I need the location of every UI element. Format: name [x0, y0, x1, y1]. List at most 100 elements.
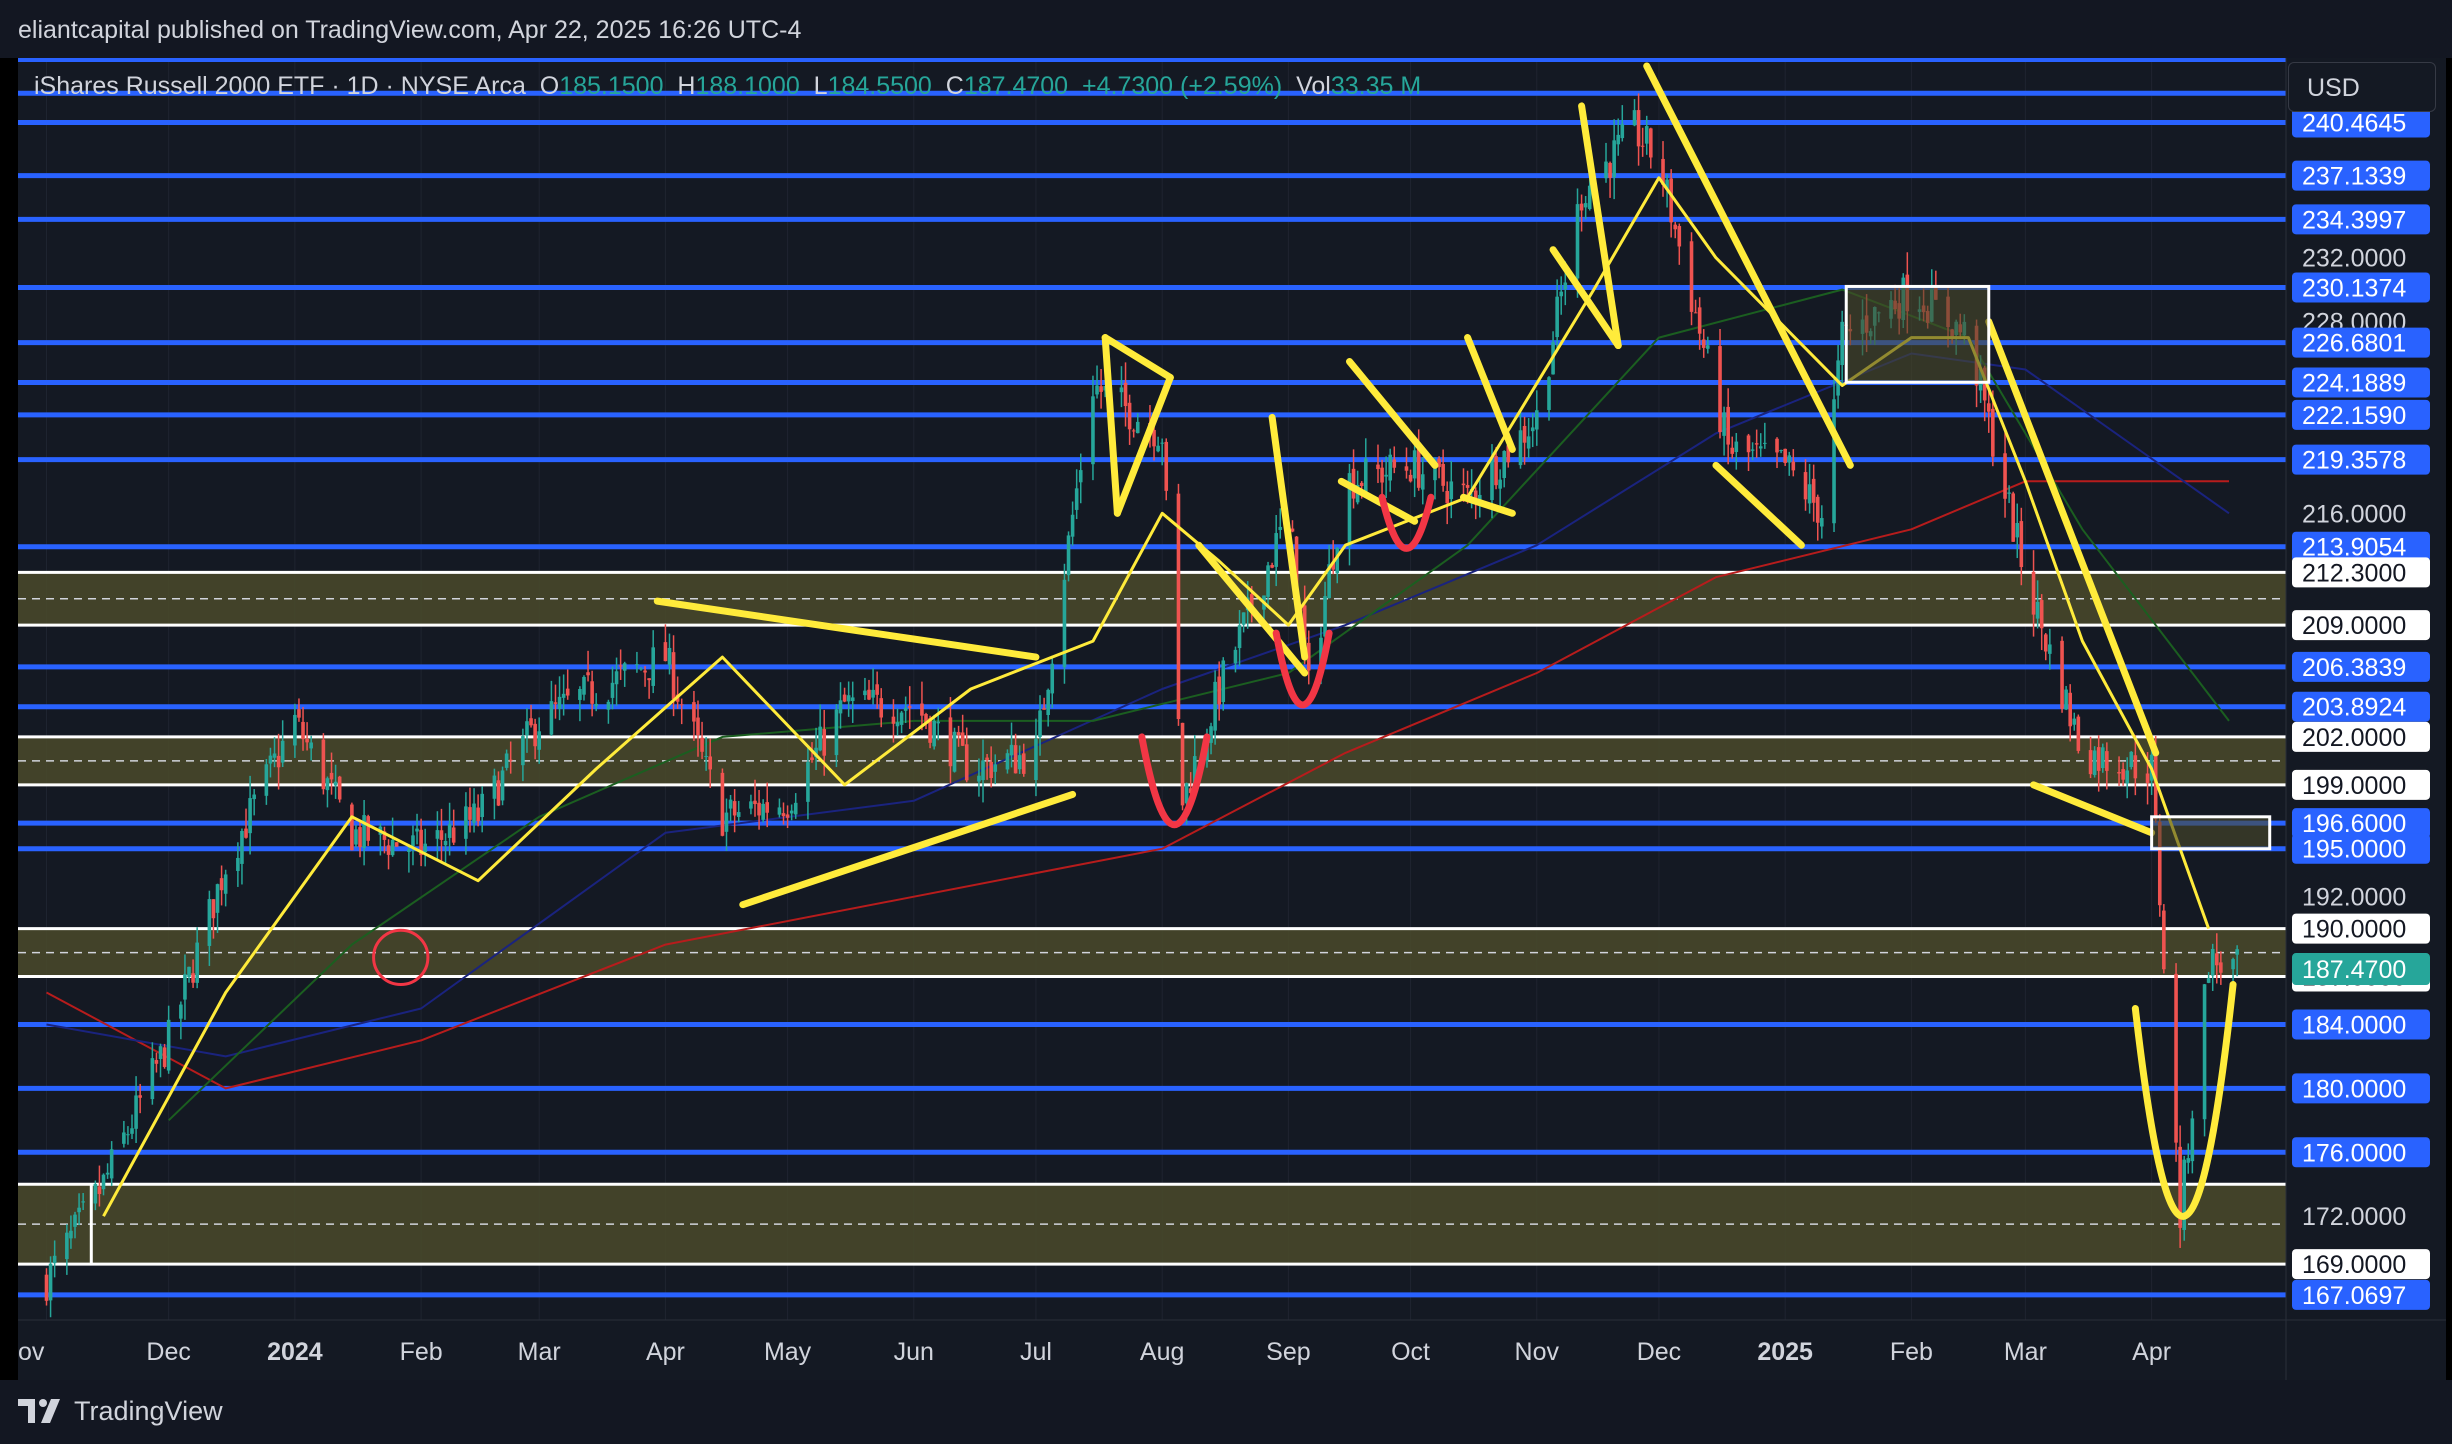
candle-body [2060, 640, 2064, 709]
candle-body [565, 688, 570, 696]
candle-body [838, 700, 843, 714]
candle-body [492, 775, 497, 799]
candle-body [268, 755, 273, 764]
candle-body [2048, 644, 2052, 654]
time-axis-label: Feb [1890, 1338, 1933, 1366]
price-scale-label: 240.4645 [2302, 109, 2406, 137]
candle-body [875, 684, 879, 695]
candle-body [1779, 450, 1783, 452]
candle-body [183, 974, 187, 1000]
time-axis-label: Oct [1391, 1338, 1430, 1366]
candle-body [407, 849, 411, 852]
price-scale-label: 226.6801 [2302, 330, 2406, 358]
candle-body [191, 973, 195, 983]
high-value: 188.1000 [695, 72, 800, 100]
time-axis-label: Jul [1020, 1338, 1052, 1366]
open-label: O [539, 72, 560, 100]
volume-value: 33.35 M [1330, 72, 1422, 100]
candle-body [496, 780, 501, 806]
tradingview-logo[interactable]: TradingView [18, 1396, 223, 1427]
price-scale-label: 172.0000 [2302, 1203, 2406, 1231]
candle-body [1038, 710, 1042, 737]
candle-body [162, 1047, 167, 1067]
candle-body [1730, 447, 1735, 454]
candle-body [411, 835, 415, 847]
candle-body [1783, 448, 1787, 463]
candle-body [1270, 564, 1274, 568]
candle-body [1718, 346, 1722, 433]
candle-body [329, 772, 334, 780]
candle-body [1449, 481, 1454, 500]
candle-body [1775, 438, 1779, 453]
candle-body [358, 827, 362, 848]
candle-body [1046, 689, 1050, 715]
high-label: H [677, 72, 696, 100]
candle-body [1669, 178, 1673, 223]
candle-body [1583, 203, 1588, 208]
price-scale-label: 199.0000 [2302, 772, 2406, 800]
time-axis-label: Mar [2004, 1338, 2047, 1366]
candle-body [1156, 445, 1160, 452]
candle-body [2011, 493, 2015, 542]
candle-body [215, 884, 220, 913]
candle-body [1612, 140, 1616, 178]
candle-body [1575, 204, 1580, 279]
candle-body [122, 1132, 126, 1144]
candle-body [899, 712, 904, 725]
candle-body [1221, 660, 1226, 703]
candle-body [622, 663, 627, 671]
candle-body [2092, 750, 2097, 776]
time-axis-label: Dec [146, 1338, 190, 1366]
candle-body [956, 732, 961, 736]
candle-body [77, 1207, 81, 1213]
candle-body [1376, 464, 1380, 470]
candle-body [309, 742, 313, 749]
candle-body [366, 816, 370, 841]
price-scale-label: 180.0000 [2302, 1075, 2406, 1103]
candle-body [1832, 399, 1836, 524]
candle-body [1164, 441, 1169, 491]
candle-body [2019, 521, 2024, 568]
candle-body [989, 761, 993, 779]
price-scale-label: 176.0000 [2302, 1139, 2406, 1167]
candle-body [1233, 649, 1238, 664]
candle-body [964, 744, 969, 781]
candle-body [948, 717, 953, 767]
candle-body [529, 718, 533, 726]
last-price-value: 187.4700 [2302, 956, 2406, 984]
candle-body [386, 845, 391, 855]
currency-button[interactable]: USD [2288, 62, 2436, 112]
candle-body [280, 740, 285, 763]
candle-body [932, 720, 936, 747]
candle-body [158, 1046, 163, 1059]
candle-body [1991, 408, 1995, 457]
candle-body [2100, 747, 2105, 769]
candle-body [1820, 518, 1824, 527]
volume-label: Vol [1296, 72, 1331, 100]
candle-body [447, 824, 452, 838]
candle-body [667, 647, 672, 665]
candle-body [590, 681, 594, 704]
candle-body [985, 757, 989, 760]
candle-body [2117, 772, 2121, 774]
candle-body [777, 807, 782, 815]
candle-body [1412, 450, 1417, 479]
candle-body [2186, 1158, 2191, 1163]
candle-body [1758, 446, 1763, 449]
candle-body [1677, 226, 1682, 247]
candle-body [1119, 387, 1124, 393]
box-annotation [2150, 815, 2272, 851]
candle-body [1274, 533, 1278, 567]
candle-body [708, 756, 713, 770]
candle-body [1099, 386, 1103, 392]
candle-body [81, 1201, 85, 1203]
time-axis-label: Apr [646, 1338, 685, 1366]
price-scale-label: 216.0000 [2302, 500, 2406, 528]
tradingview-brand-text: TradingView [74, 1396, 223, 1426]
candle-body [154, 1060, 159, 1064]
candle-body [500, 770, 505, 801]
candle-body [578, 689, 582, 700]
chart-area[interactable]: 242.2906240.4645237.1339234.3997232.0000… [18, 58, 2446, 1380]
time-axis-label: ov [18, 1338, 45, 1366]
price-chart[interactable]: 242.2906240.4645237.1339234.3997232.0000… [18, 58, 2446, 1380]
